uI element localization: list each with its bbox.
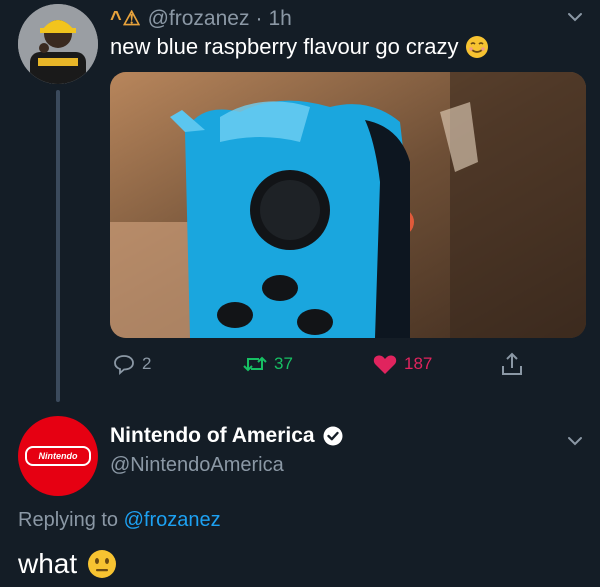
tweet-timestamp[interactable]: 1h [268, 7, 291, 31]
chevron-down-icon[interactable] [566, 8, 584, 26]
verified-badge-icon [323, 426, 343, 446]
joycon-photo [110, 72, 586, 338]
author-display-name[interactable]: ^⚠ [110, 6, 142, 31]
tweet-media-image[interactable] [110, 72, 586, 338]
chevron-down-icon[interactable] [566, 432, 584, 450]
tweet-text: new blue raspberry flavour go crazy [110, 34, 459, 59]
like-count: 187 [404, 354, 433, 373]
thread-connector-line [56, 90, 60, 402]
tweet-body: new blue raspberry flavour go crazy [110, 34, 489, 60]
replying-prefix: Replying to [18, 509, 119, 531]
share-action[interactable] [500, 350, 524, 378]
reply-body: what [18, 548, 117, 580]
author-handle[interactable]: @frozanez [148, 7, 250, 31]
replying-to-line: Replying to @frozanez [18, 509, 221, 532]
tweet-header: ^⚠ @frozanez · 1h [110, 6, 292, 31]
reply-author[interactable]: Nintendo of America [110, 424, 343, 448]
neutral-face-icon [88, 550, 117, 578]
reply-action[interactable]: 2 [112, 350, 151, 378]
nintendo-logo: Nintendo [25, 446, 91, 466]
nintendo-avatar[interactable]: Nintendo [18, 416, 98, 496]
reply-count: 2 [142, 354, 152, 373]
reply-author-name[interactable]: Nintendo of America [110, 424, 315, 448]
separator-dot: · [255, 6, 263, 30]
replying-to-link[interactable]: @frozanez [124, 509, 221, 531]
heart-icon [373, 355, 397, 374]
author-avatar[interactable] [18, 4, 98, 84]
reply-text: what [18, 548, 78, 579]
reply-icon [114, 355, 134, 375]
share-icon [502, 352, 522, 375]
reply-author-handle[interactable]: @NintendoAmerica [110, 454, 284, 477]
like-action[interactable]: 187 [372, 350, 432, 378]
retweet-action[interactable]: 37 [242, 350, 293, 378]
smiling-face-icon [465, 36, 488, 58]
person-avatar-image [18, 4, 98, 84]
retweet-icon [243, 356, 267, 372]
retweet-count: 37 [274, 354, 293, 373]
